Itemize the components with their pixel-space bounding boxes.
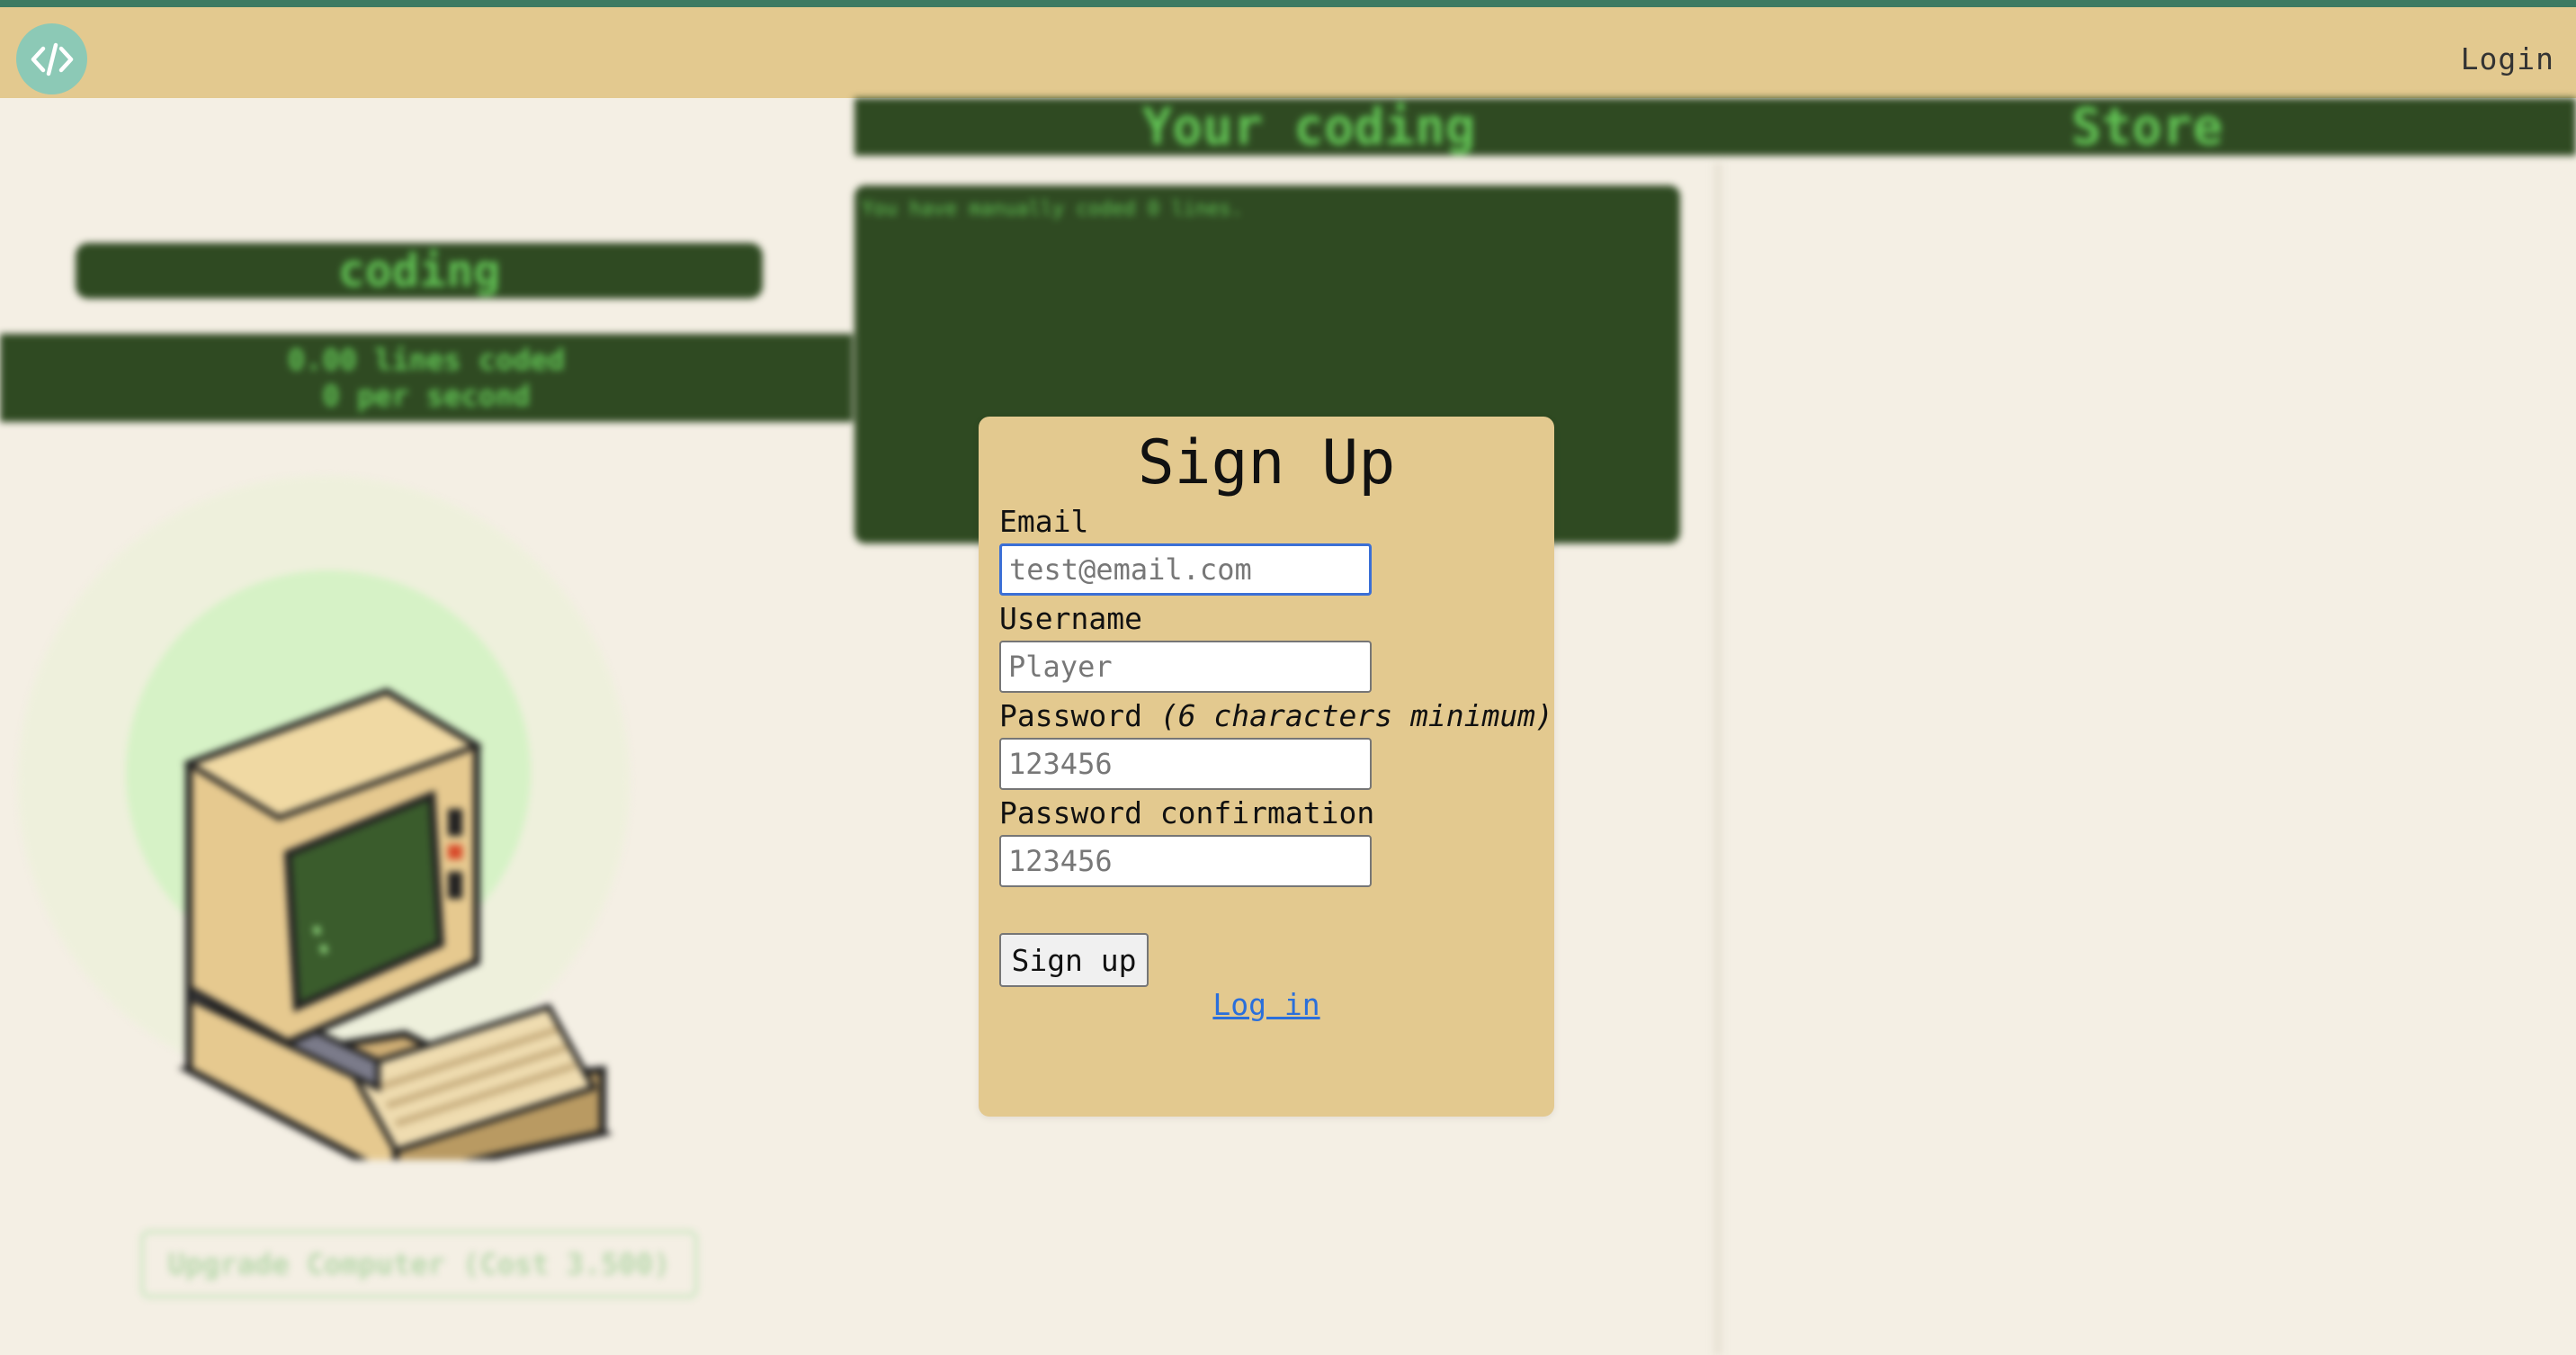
top-accent-line xyxy=(0,0,2576,7)
password-hint: (6 characters minimum) xyxy=(1159,698,1553,733)
password-label-row: Password (6 characters minimum) xyxy=(999,698,1553,733)
signup-title: Sign Up xyxy=(1137,427,1396,498)
email-label: Email xyxy=(999,504,1089,539)
code-brackets-icon[interactable] xyxy=(16,23,87,94)
signup-modal: Sign Up Email Username Password (6 chara… xyxy=(979,417,1554,1117)
password-label: Password xyxy=(999,698,1142,733)
coding-pill: coding xyxy=(76,243,763,299)
sign-up-button[interactable]: Sign up xyxy=(999,933,1149,987)
password-confirmation-label: Password confirmation xyxy=(999,795,1375,830)
upgrade-computer-button[interactable]: Upgrade Computer (Cost 3.500) xyxy=(140,1230,698,1298)
your-coding-header: Your coding xyxy=(854,98,1763,157)
per-second: 0 per second xyxy=(322,379,531,413)
store-header: Store xyxy=(1718,98,2576,157)
log-in-link[interactable]: Log in xyxy=(979,987,1554,1022)
computer-icon[interactable]: : xyxy=(171,584,612,1160)
manual-code-text: You have manually coded 0 lines. xyxy=(862,198,1243,220)
username-label: Username xyxy=(999,601,1142,636)
stats-panel: 0.00 lines coded 0 per second xyxy=(0,334,853,422)
password-confirmation-field[interactable] xyxy=(999,835,1372,887)
lines-coded: 0.00 lines coded xyxy=(287,343,566,377)
nav-login-link[interactable]: Login xyxy=(2461,41,2554,76)
password-field[interactable] xyxy=(999,738,1372,790)
navbar: Login xyxy=(0,7,2576,98)
username-field[interactable] xyxy=(999,641,1372,693)
email-field[interactable] xyxy=(999,543,1372,596)
column-divider xyxy=(1713,163,1722,1355)
